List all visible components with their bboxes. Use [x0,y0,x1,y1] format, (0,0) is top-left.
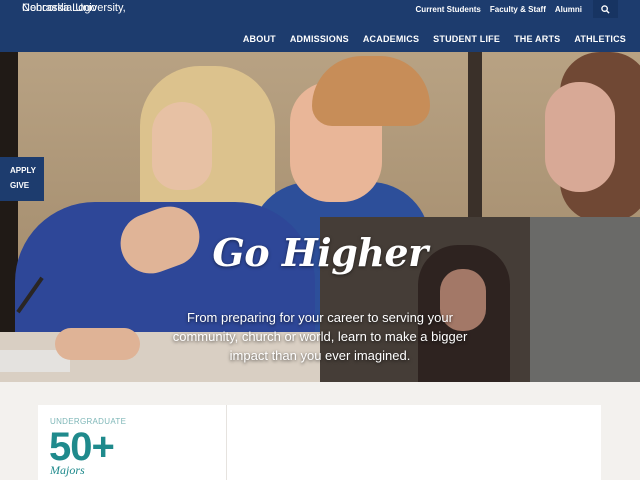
nav-student-life[interactable]: STUDENT LIFE [433,34,500,44]
site-logo[interactable]: Concordia University, Nebraska Logo [22,2,126,14]
stat-description: Majors [50,463,85,477]
hero-photo-student [152,102,212,190]
hero-photo-post [468,52,482,222]
main-nav: ABOUT ADMISSIONS ACADEMICS STUDENT LIFE … [243,34,640,44]
site-header: Concordia University, Nebraska Logo Curr… [0,0,640,52]
search-icon [601,4,610,14]
utility-link-alumni[interactable]: Alumni [555,5,582,14]
nav-admissions[interactable]: ADMISSIONS [290,34,349,44]
nav-athletics[interactable]: ATHLETICS [574,34,626,44]
utility-link-current-students[interactable]: Current Students [416,5,481,14]
stats-card: UNDERGRADUATE 50+ Majors [38,405,601,480]
utility-link-faculty-staff[interactable]: Faculty & Staff [490,5,546,14]
stat-block: UNDERGRADUATE 50+ Majors [38,405,227,480]
apply-button[interactable]: APPLY [0,157,44,175]
hero-photo-student [545,82,615,192]
utility-nav: Current Students Faculty & Staff Alumni [416,0,640,18]
search-button[interactable] [593,0,618,18]
logo-text-alt: Nebraska Logo [22,2,97,14]
hero-photo-hand [55,328,140,360]
side-action-buttons: APPLY GIVE [0,157,44,201]
give-button[interactable]: GIVE [0,175,44,190]
nav-academics[interactable]: ACADEMICS [363,34,419,44]
video-wall [530,217,640,382]
hero-subtitle: From preparing for your career to servin… [172,310,468,363]
hero-title: Go Higher [212,230,428,275]
nav-the-arts[interactable]: THE ARTS [514,34,560,44]
nav-about[interactable]: ABOUT [243,34,276,44]
hero-banner: Go Higher From preparing for your career… [0,52,640,382]
